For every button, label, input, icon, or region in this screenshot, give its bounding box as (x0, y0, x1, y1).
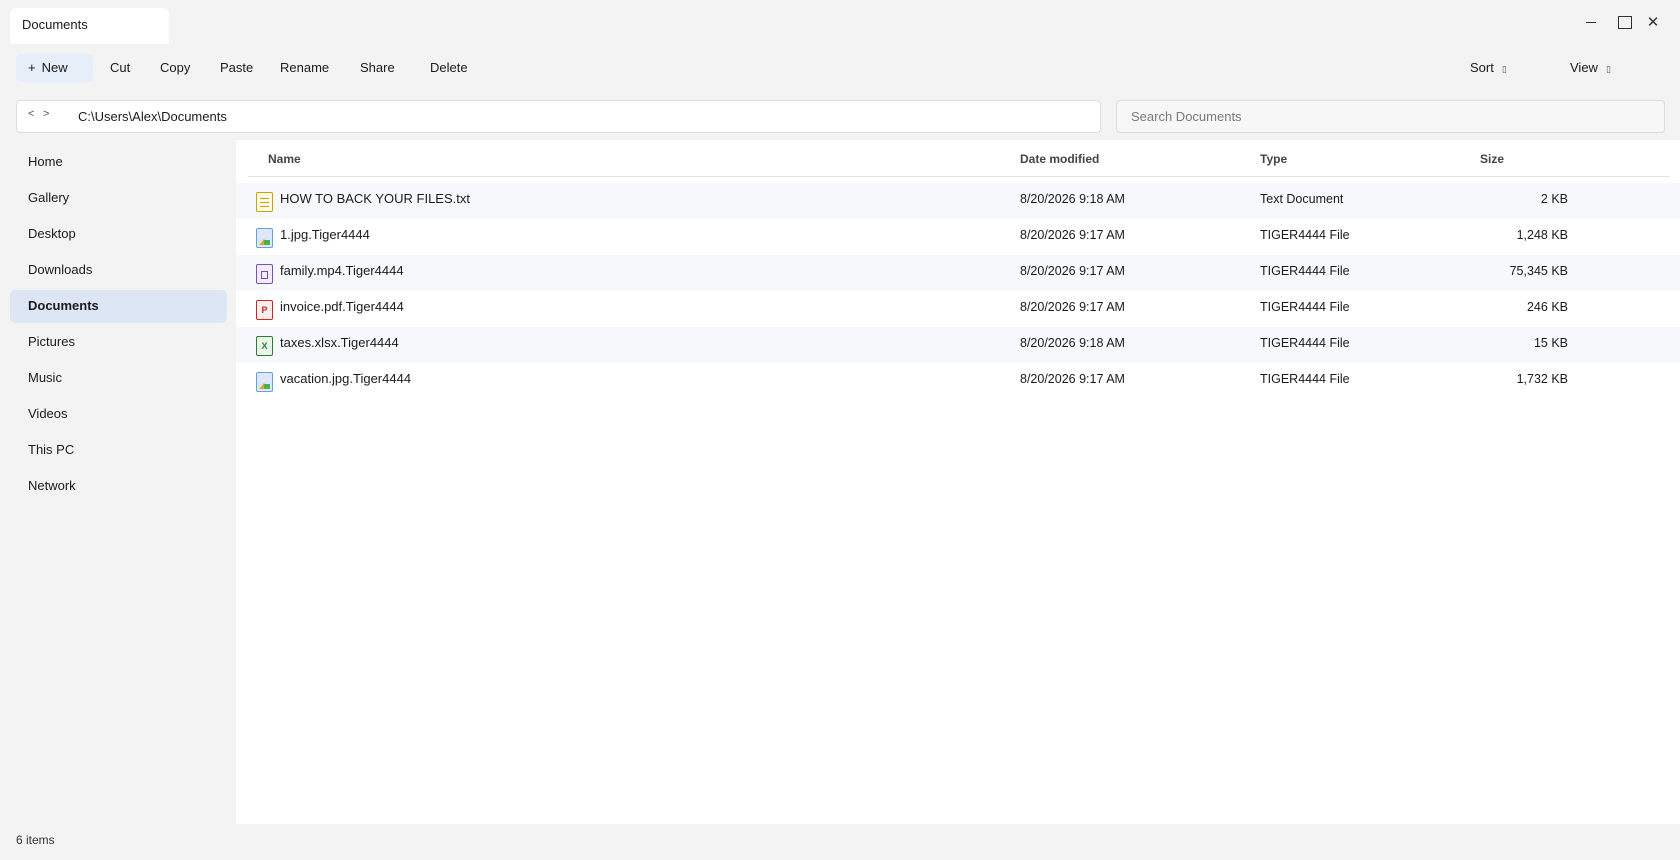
file-name: family.mp4.Tiger4444 (280, 263, 404, 278)
image-file-icon (256, 372, 273, 392)
tab-documents[interactable]: Documents (10, 8, 169, 44)
view-button-label: View (1570, 60, 1598, 75)
sort-button-label: Sort (1470, 60, 1494, 75)
file-date: 8/20/2026 9:18 AM (1020, 192, 1125, 206)
close-button[interactable]: ✕ (1638, 10, 1668, 34)
sidebar: Home Gallery Desktop Downloads Documents… (0, 144, 236, 824)
excel-file-icon: X (256, 336, 273, 356)
file-date: 8/20/2026 9:17 AM (1020, 300, 1125, 314)
minimize-button[interactable] (1576, 10, 1606, 34)
file-row[interactable]: 1.jpg.Tiger4444 8/20/2026 9:17 AM TIGER4… (236, 219, 1680, 255)
video-file-icon (256, 264, 273, 284)
file-size: 246 KB (1526, 300, 1568, 314)
toolbar: + New Cut Copy Paste Rename Share Delete … (0, 52, 1680, 84)
column-header-size[interactable]: Size (1480, 152, 1504, 166)
file-name: vacation.jpg.Tiger4444 (280, 371, 412, 386)
column-header-type[interactable]: Type (1260, 152, 1287, 166)
file-row[interactable]: vacation.jpg.Tiger4444 8/20/2026 9:17 AM… (236, 363, 1680, 399)
file-row[interactable]: family.mp4.Tiger4444 8/20/2026 9:17 AM T… (236, 255, 1680, 291)
file-name: taxes.xlsx.Tiger4444 (280, 335, 399, 350)
sidebar-item-documents[interactable]: Documents (10, 290, 227, 323)
file-type: Text Document (1260, 192, 1344, 206)
file-date: 8/20/2026 9:18 AM (1020, 336, 1125, 350)
file-size: 2 KB (1540, 192, 1568, 206)
file-type: TIGER4444 File (1260, 336, 1350, 350)
cut-button[interactable]: Cut (110, 54, 130, 82)
file-row[interactable]: X taxes.xlsx.Tiger4444 8/20/2026 9:18 AM… (236, 327, 1680, 363)
file-size: 1,732 KB (1516, 372, 1568, 386)
chevron-down-icon: ▯ (1501, 64, 1507, 74)
new-button-label: New (41, 60, 68, 75)
file-name: 1.jpg.Tiger4444 (280, 227, 370, 242)
file-type: TIGER4444 File (1260, 300, 1350, 314)
address-bar[interactable]: < > C:\Users\Alex\Documents (16, 100, 1101, 133)
sidebar-item-home[interactable]: Home (10, 146, 227, 179)
copy-button[interactable]: Copy (160, 54, 190, 82)
sidebar-item-pictures[interactable]: Pictures (10, 326, 227, 359)
title-bar: Documents ✕ (0, 0, 1680, 46)
header-divider (248, 176, 1670, 177)
status-item-count: 6 items (16, 833, 55, 847)
new-button[interactable]: + New (16, 54, 93, 82)
column-header-date-modified[interactable]: Date modified (1020, 152, 1099, 166)
file-size: 75,345 KB (1509, 264, 1568, 278)
file-type: TIGER4444 File (1260, 228, 1350, 242)
file-size: 15 KB (1533, 336, 1568, 350)
file-size: 1,248 KB (1516, 228, 1568, 242)
text-file-icon (256, 192, 273, 212)
close-icon: ✕ (1646, 13, 1660, 31)
image-file-icon (256, 228, 273, 248)
file-type: TIGER4444 File (1260, 372, 1350, 386)
view-button[interactable]: View ▯ (1570, 54, 1611, 82)
tab-title: Documents (22, 17, 88, 32)
pdf-file-icon: P (256, 300, 273, 320)
file-name: HOW TO BACK YOUR FILES.txt (280, 191, 470, 206)
delete-button[interactable]: Delete (430, 54, 468, 82)
paste-button[interactable]: Paste (220, 54, 253, 82)
sidebar-item-network[interactable]: Network (10, 470, 227, 503)
sidebar-item-this-pc[interactable]: This PC (10, 434, 227, 467)
plus-icon: + (28, 60, 36, 75)
minimize-icon (1586, 21, 1596, 23)
maximize-button[interactable] (1610, 10, 1640, 34)
file-date: 8/20/2026 9:17 AM (1020, 228, 1125, 242)
address-path[interactable]: C:\Users\Alex\Documents (78, 109, 227, 124)
sidebar-item-gallery[interactable]: Gallery (10, 182, 227, 215)
rename-button[interactable]: Rename (280, 54, 329, 82)
sidebar-item-downloads[interactable]: Downloads (10, 254, 227, 287)
sidebar-item-videos[interactable]: Videos (10, 398, 227, 431)
file-date: 8/20/2026 9:17 AM (1020, 264, 1125, 278)
chevron-down-icon: ▯ (1605, 64, 1611, 74)
search-input[interactable] (1116, 100, 1665, 133)
sidebar-item-desktop[interactable]: Desktop (10, 218, 227, 251)
sort-button[interactable]: Sort ▯ (1470, 54, 1507, 82)
file-date: 8/20/2026 9:17 AM (1020, 372, 1125, 386)
back-icon[interactable]: < (28, 108, 34, 120)
sidebar-item-music[interactable]: Music (10, 362, 227, 395)
file-name: invoice.pdf.Tiger4444 (280, 299, 404, 314)
forward-icon[interactable]: > (43, 108, 49, 120)
share-button[interactable]: Share (360, 54, 395, 82)
file-list: Name Date modified Type Size HOW TO BACK… (236, 140, 1680, 824)
file-type: TIGER4444 File (1260, 264, 1350, 278)
file-row[interactable]: HOW TO BACK YOUR FILES.txt 8/20/2026 9:1… (236, 183, 1680, 219)
column-header-name[interactable]: Name (268, 152, 301, 166)
file-row[interactable]: P invoice.pdf.Tiger4444 8/20/2026 9:17 A… (236, 291, 1680, 327)
maximize-icon (1618, 15, 1632, 29)
